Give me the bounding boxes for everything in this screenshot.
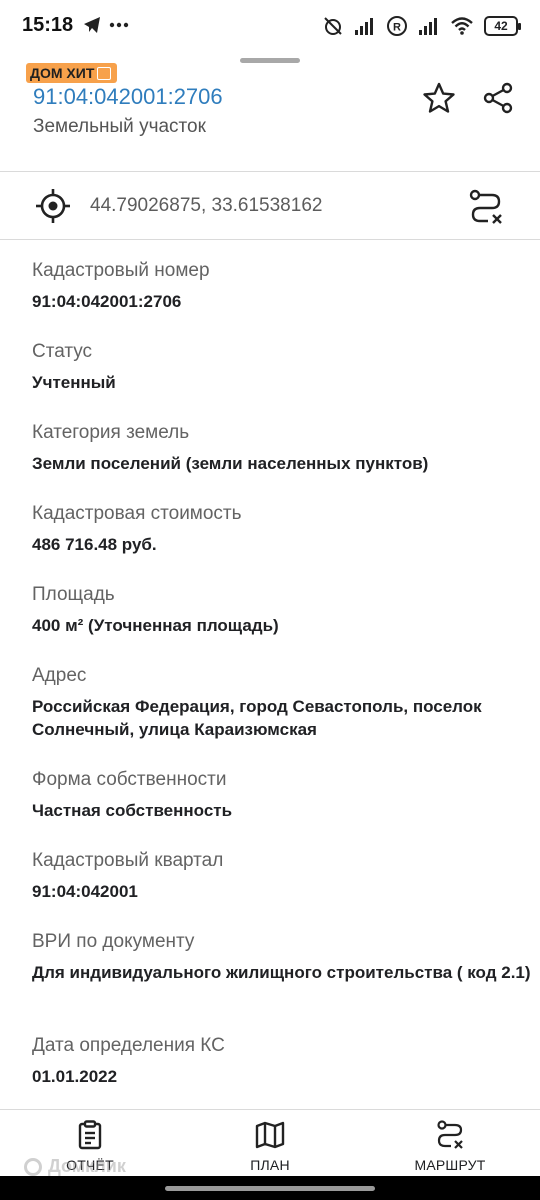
property-value: Земли поселений (земли населенных пункто… [32,454,429,473]
coordinates-text[interactable]: 44.79026875, 33.61538162 [90,195,322,217]
property-valuation-date: Дата определения КС 01.01.2022 [32,1034,532,1088]
property-value: Для индивидуального жилищного строительс… [32,963,531,982]
battery-icon: 42 [484,16,521,36]
property-list: Кадастровый номер 91:04:042001:2706 Стат… [0,240,540,1108]
dom-hit-badge-label: ДОМ ХИТ [30,65,95,81]
home-indicator[interactable] [165,1186,375,1191]
property-label: Площадь [32,584,115,605]
status-time: 15:18 [22,14,74,36]
object-type: Земельный участок [33,116,206,137]
mail-icon [97,66,112,80]
dom-hit-badge: ДОМ ХИТ [26,63,118,83]
property-value: 91:04:042001:2706 [32,292,182,311]
watermark-text: Домклик [48,1156,126,1176]
coordinates-row: 44.79026875, 33.61538162 [0,172,540,238]
property-label: Дата определения КС [32,1035,225,1056]
property-label: Кадастровый квартал [32,850,224,871]
telegram-icon [84,17,100,33]
property-label: Категория земель [32,422,190,443]
status-bar: 15:18 R 42 [0,0,540,50]
map-icon [255,1121,285,1149]
property-label: Форма собственности [32,769,227,790]
property-cadastral-quarter: Кадастровый квартал 91:04:042001 [32,849,532,903]
nav-plan-button[interactable]: ПЛАН [220,1110,320,1176]
svg-text:R: R [393,22,401,34]
more-dots-icon [109,22,129,28]
signal-icon [419,18,437,35]
property-permitted-use: ВРИ по документу Для индивидуального жил… [32,930,532,984]
cadastral-number-link[interactable]: 91:04:042001:2706 [33,84,223,110]
share-icon [483,82,513,114]
route-icon [437,1120,463,1149]
property-value: 400 м² (Уточненная площадь) [32,616,279,635]
wifi-icon [451,17,473,35]
nav-route-button[interactable]: МАРШРУТ [400,1110,500,1176]
property-label: ВРИ по документу [32,931,195,952]
roaming-icon: R [387,16,407,36]
property-label: Кадастровый номер [32,260,210,281]
alarm-off-icon [324,17,342,35]
domclick-logo-icon [24,1157,42,1176]
property-status: Статус Учтенный [32,340,532,394]
route-icon[interactable] [466,188,506,226]
nav-route-label: МАРШРУТ [414,1157,486,1173]
property-area: Площадь 400 м² (Уточненная площадь) [32,583,532,637]
signal-icon [355,18,373,35]
nav-plan-label: ПЛАН [250,1157,290,1173]
watermark: Домклик [24,1156,126,1177]
share-button[interactable] [476,76,520,120]
status-left-icons [82,14,130,41]
favorite-button[interactable] [417,76,461,120]
property-value: 486 716.48 руб. [32,535,157,554]
system-gesture-bar [0,1176,540,1200]
property-value: Учтенный [32,373,116,392]
property-value: 91:04:042001 [32,882,138,901]
property-cadastral-value: Кадастровая стоимость 486 716.48 руб. [32,502,532,556]
target-location-icon[interactable] [34,187,72,225]
property-land-category: Категория земель Земли поселений (земли … [32,421,532,475]
status-right-icons: R 42 [322,13,521,39]
star-icon [423,82,455,113]
property-label: Статус [32,341,93,362]
property-value: Частная собственность [32,801,233,820]
object-header: ДОМ ХИТ 91:04:042001:2706 Земельный учас… [0,50,540,170]
property-ownership: Форма собственности Частная собственност… [32,768,532,822]
clipboard-icon [78,1120,102,1150]
property-value: 01.01.2022 [32,1067,118,1086]
property-value: Российская Федерация, город Севастополь,… [32,697,482,739]
drag-handle[interactable] [240,58,300,63]
property-label: Кадастровая стоимость [32,503,242,524]
property-label: Адрес [32,665,87,686]
property-address: Адрес Российская Федерация, город Севаст… [32,664,532,741]
property-cadastral-number: Кадастровый номер 91:04:042001:2706 [32,259,532,313]
